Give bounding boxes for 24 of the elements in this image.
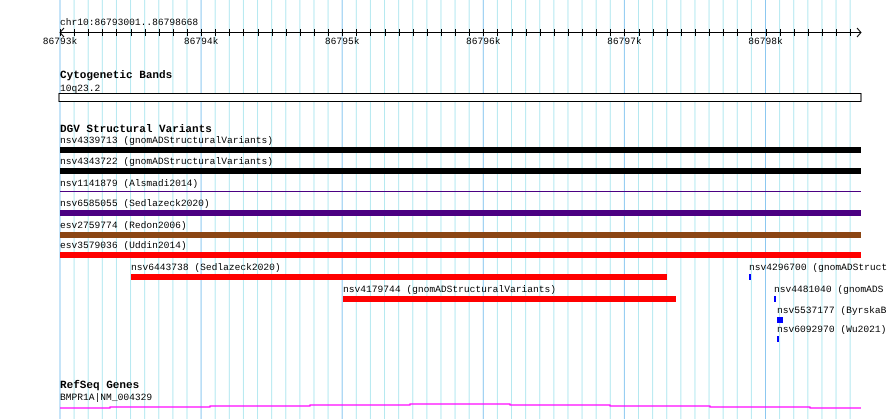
- variant-label: nsv6092970 (Wu2021): [777, 324, 886, 335]
- tick-label: 86797k: [607, 36, 642, 47]
- variant-label: nsv5537177 (ByrskaB: [777, 305, 886, 316]
- variant-label: nsv6585055 (Sedlazeck2020): [60, 198, 210, 209]
- variant-label: nsv4343722 (gnomADStructuralVariants): [60, 156, 274, 167]
- track-title: DGV Structural Variants: [60, 124, 212, 136]
- track-title: Cytogenetic Bands: [60, 70, 172, 82]
- variant-label: nsv6443738 (Sedlazeck2020): [131, 262, 281, 273]
- variant-label: esv2759774 (Redon2006): [60, 220, 187, 231]
- variant-label: nsv1141879 (Alsmadi2014): [60, 178, 198, 189]
- tick-label: 86795k: [324, 36, 360, 47]
- tick-label: 86793k: [42, 36, 78, 47]
- track-title: RefSeq Genes: [60, 380, 140, 392]
- tick-label: 86794k: [184, 36, 218, 47]
- variant-label: esv3579036 (Uddin2014): [60, 240, 187, 251]
- variant-label: nsv4481040 (gnomADS: [774, 284, 884, 295]
- tick-label: 86796k: [466, 36, 501, 47]
- gene-label: BMPR1A|NM_004329: [60, 392, 152, 403]
- variant-label: nsv4179744 (gnomADStructuralVariants): [343, 284, 556, 295]
- tick-label: 86798k: [748, 36, 783, 47]
- band-label: 10q23.2: [60, 83, 100, 94]
- region-label: chr10:86793001..86798668: [60, 17, 198, 28]
- variant-label: nsv4339713 (gnomADStructuralVariants): [60, 135, 274, 146]
- variant-label: nsv4296700 (gnomADStruct: [749, 262, 888, 273]
